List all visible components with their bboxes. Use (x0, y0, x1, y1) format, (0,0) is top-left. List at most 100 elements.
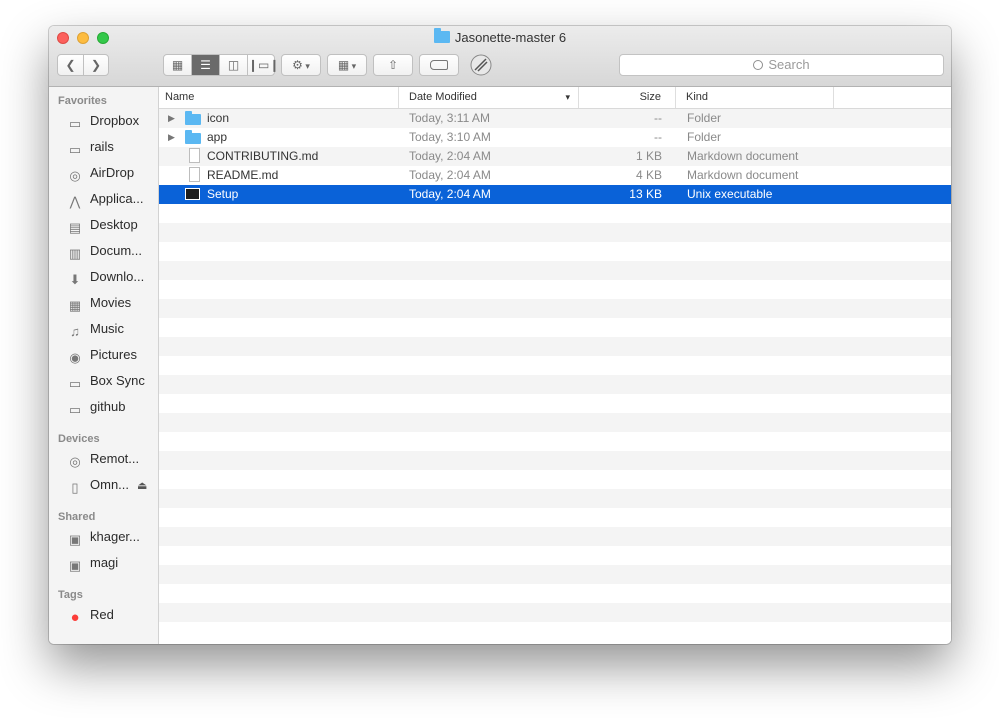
disc-icon: ◎ (69, 454, 81, 469)
chevron-right-icon: ❯ (90, 58, 102, 72)
empty-row (159, 204, 951, 223)
tags-button[interactable] (419, 54, 459, 76)
empty-row (159, 527, 951, 546)
empty-row (159, 242, 951, 261)
file-kind: Unix executable (687, 187, 773, 201)
titlebar: Jasonette-master 6 ❮ ❯ ▦ ☰ ◫ ❙▭❙ ⚙ ▾ ▦ ▾ ⇧ S… (49, 26, 951, 87)
size-column-header[interactable]: Size (579, 87, 676, 108)
empty-row (159, 565, 951, 584)
file-size: 4 KB (635, 168, 662, 182)
sidebar-item-github[interactable]: ▭ github (66, 399, 158, 419)
back-button[interactable]: ❮ (58, 55, 84, 75)
sidebar-item-label: Applica... (90, 191, 144, 206)
sidebar-item-remot[interactable]: ◎ Remot... (66, 451, 158, 471)
share-button[interactable]: ⇧ (373, 54, 413, 76)
sidebar-item-applica[interactable]: ⋀ Applica... (66, 191, 158, 211)
table-row[interactable]: CONTRIBUTING.md Today, 2:04 AM 1 KB Markdow… (159, 147, 951, 166)
app-shortcut-button[interactable] (469, 53, 493, 77)
arrange-button[interactable]: ▦ ▾ (327, 54, 367, 76)
computer-icon: ▣ (68, 558, 82, 573)
sidebar-item-label: Desktop (90, 217, 138, 232)
sidebar-item-red[interactable]: ● Red (66, 607, 158, 627)
sidebar-item-label: Docum... (90, 243, 143, 258)
sidebar-item-docum[interactable]: ▥ Docum... (66, 243, 158, 263)
sidebar-item-music[interactable]: ♫ Music (66, 321, 158, 341)
chevron-down-icon: ▾ (565, 92, 570, 102)
sidebar-section-title: Favorites (58, 95, 107, 107)
sidebar-section-title: Shared (58, 511, 96, 523)
file-size: 1 KB (635, 149, 662, 163)
sidebar-item-label: magi (90, 555, 119, 570)
table-row[interactable]: Setup Today, 2:04 AM 13 KB Unix executable (159, 185, 951, 204)
sidebar-item-omn[interactable]: ▯ Omn... ⏏ (66, 477, 158, 497)
folder-icon: ▭ (68, 376, 82, 391)
list-view-icon: ☰ (200, 58, 211, 72)
search-icon (753, 60, 764, 70)
file-date: Today, 2:04 AM (409, 187, 491, 201)
sidebar-item-pictures[interactable]: ◉ Pictures (66, 347, 158, 367)
cover-flow-view-button[interactable]: ❙▭❙ (248, 55, 279, 75)
file-date: Today, 2:04 AM (409, 149, 491, 163)
sidebar: Favorites ▭ Dropbox ▭ rails ◎ AirDrop ⋀ Applica.… (49, 87, 159, 644)
sidebar-item-rails[interactable]: ▭ rails (66, 139, 158, 159)
icon-view-button[interactable]: ▦ (164, 55, 192, 75)
eject-icon[interactable]: ⏏ (137, 480, 147, 492)
table-row[interactable]: ▶ icon Today, 3:11 AM -- Folder (159, 109, 951, 128)
camera-icon: ◉ (69, 350, 81, 365)
file-kind: Folder (687, 130, 722, 144)
disclosure-triangle-icon[interactable]: ▶ (168, 109, 175, 128)
sidebar-item-dropbox[interactable]: ▭ Dropbox (66, 113, 158, 133)
folder-icon: ▭ (68, 142, 82, 157)
kind-column-header[interactable]: Kind (676, 87, 834, 108)
empty-row (159, 603, 951, 622)
file-name: Setup (207, 187, 239, 201)
file-date: Today, 2:04 AM (409, 168, 491, 182)
empty-row (159, 489, 951, 508)
sidebar-section-title: Tags (58, 589, 83, 601)
sidebar-item-label: Pictures (90, 347, 137, 362)
sidebar-item-downlo[interactable]: ⬇ Downlo... (66, 269, 158, 289)
sidebar-item-label: Red (90, 607, 114, 622)
file-kind: Folder (687, 111, 722, 125)
table-row[interactable]: README.md Today, 2:04 AM 4 KB Markdown docu… (159, 166, 951, 185)
empty-row (159, 546, 951, 565)
empty-row (159, 622, 951, 641)
sidebar-item-label: Dropbox (90, 113, 140, 128)
chevron-down-icon: ▾ (302, 61, 310, 71)
documents-icon: ▥ (68, 246, 82, 261)
sidebar-item-movies[interactable]: ▦ Movies (66, 295, 158, 315)
file-date: Today, 3:11 AM (409, 111, 490, 125)
date-column-header[interactable]: Date Modified ▾ (399, 87, 579, 108)
action-button[interactable]: ⚙ ▾ (281, 54, 321, 76)
search-field[interactable]: Search (619, 54, 944, 76)
sidebar-item-label: AirDrop (90, 165, 135, 180)
file-name: README.md (207, 168, 279, 182)
sidebar-item-airdrop[interactable]: ◎ AirDrop (66, 165, 158, 185)
name-column-header[interactable]: Name (159, 87, 399, 108)
sidebar-item-label: rails (90, 139, 114, 154)
sidebar-item-label: Music (90, 321, 124, 336)
sidebar-item-label: Movies (90, 295, 132, 310)
empty-row (159, 394, 951, 413)
disclosure-triangle-icon[interactable]: ▶ (168, 128, 175, 147)
list-view-button[interactable]: ☰ (192, 55, 220, 75)
airdrop-icon: ◎ (69, 168, 81, 183)
table-row[interactable]: ▶ app Today, 3:10 AM -- Folder (159, 128, 951, 147)
file-rows: ▶ icon Today, 3:11 AM -- Folder ▶ app Today, 3:… (159, 109, 951, 641)
file-list: Name Date Modified ▾ Size Kind ▶ icon Toda… (159, 87, 951, 644)
sidebar-item-box-sync[interactable]: ▭ Box Sync (66, 373, 158, 393)
sidebar-section-title: Devices (58, 433, 100, 445)
empty-row (159, 337, 951, 356)
chevron-left-icon: ❮ (65, 58, 76, 72)
tag-icon (430, 60, 448, 70)
column-view-button[interactable]: ◫ (220, 55, 248, 75)
sidebar-item-magi[interactable]: ▣ magi (66, 555, 158, 575)
window-title: Jasonette-master 6 (49, 28, 951, 45)
empty-row (159, 584, 951, 603)
sidebar-item-desktop[interactable]: ▤ Desktop (66, 217, 158, 237)
forward-button[interactable]: ❯ (84, 55, 108, 75)
empty-row (159, 451, 951, 470)
file-kind: Markdown document (687, 149, 799, 163)
downloads-icon: ⬇ (69, 272, 81, 287)
sidebar-item-khager[interactable]: ▣ khager... (66, 529, 158, 549)
